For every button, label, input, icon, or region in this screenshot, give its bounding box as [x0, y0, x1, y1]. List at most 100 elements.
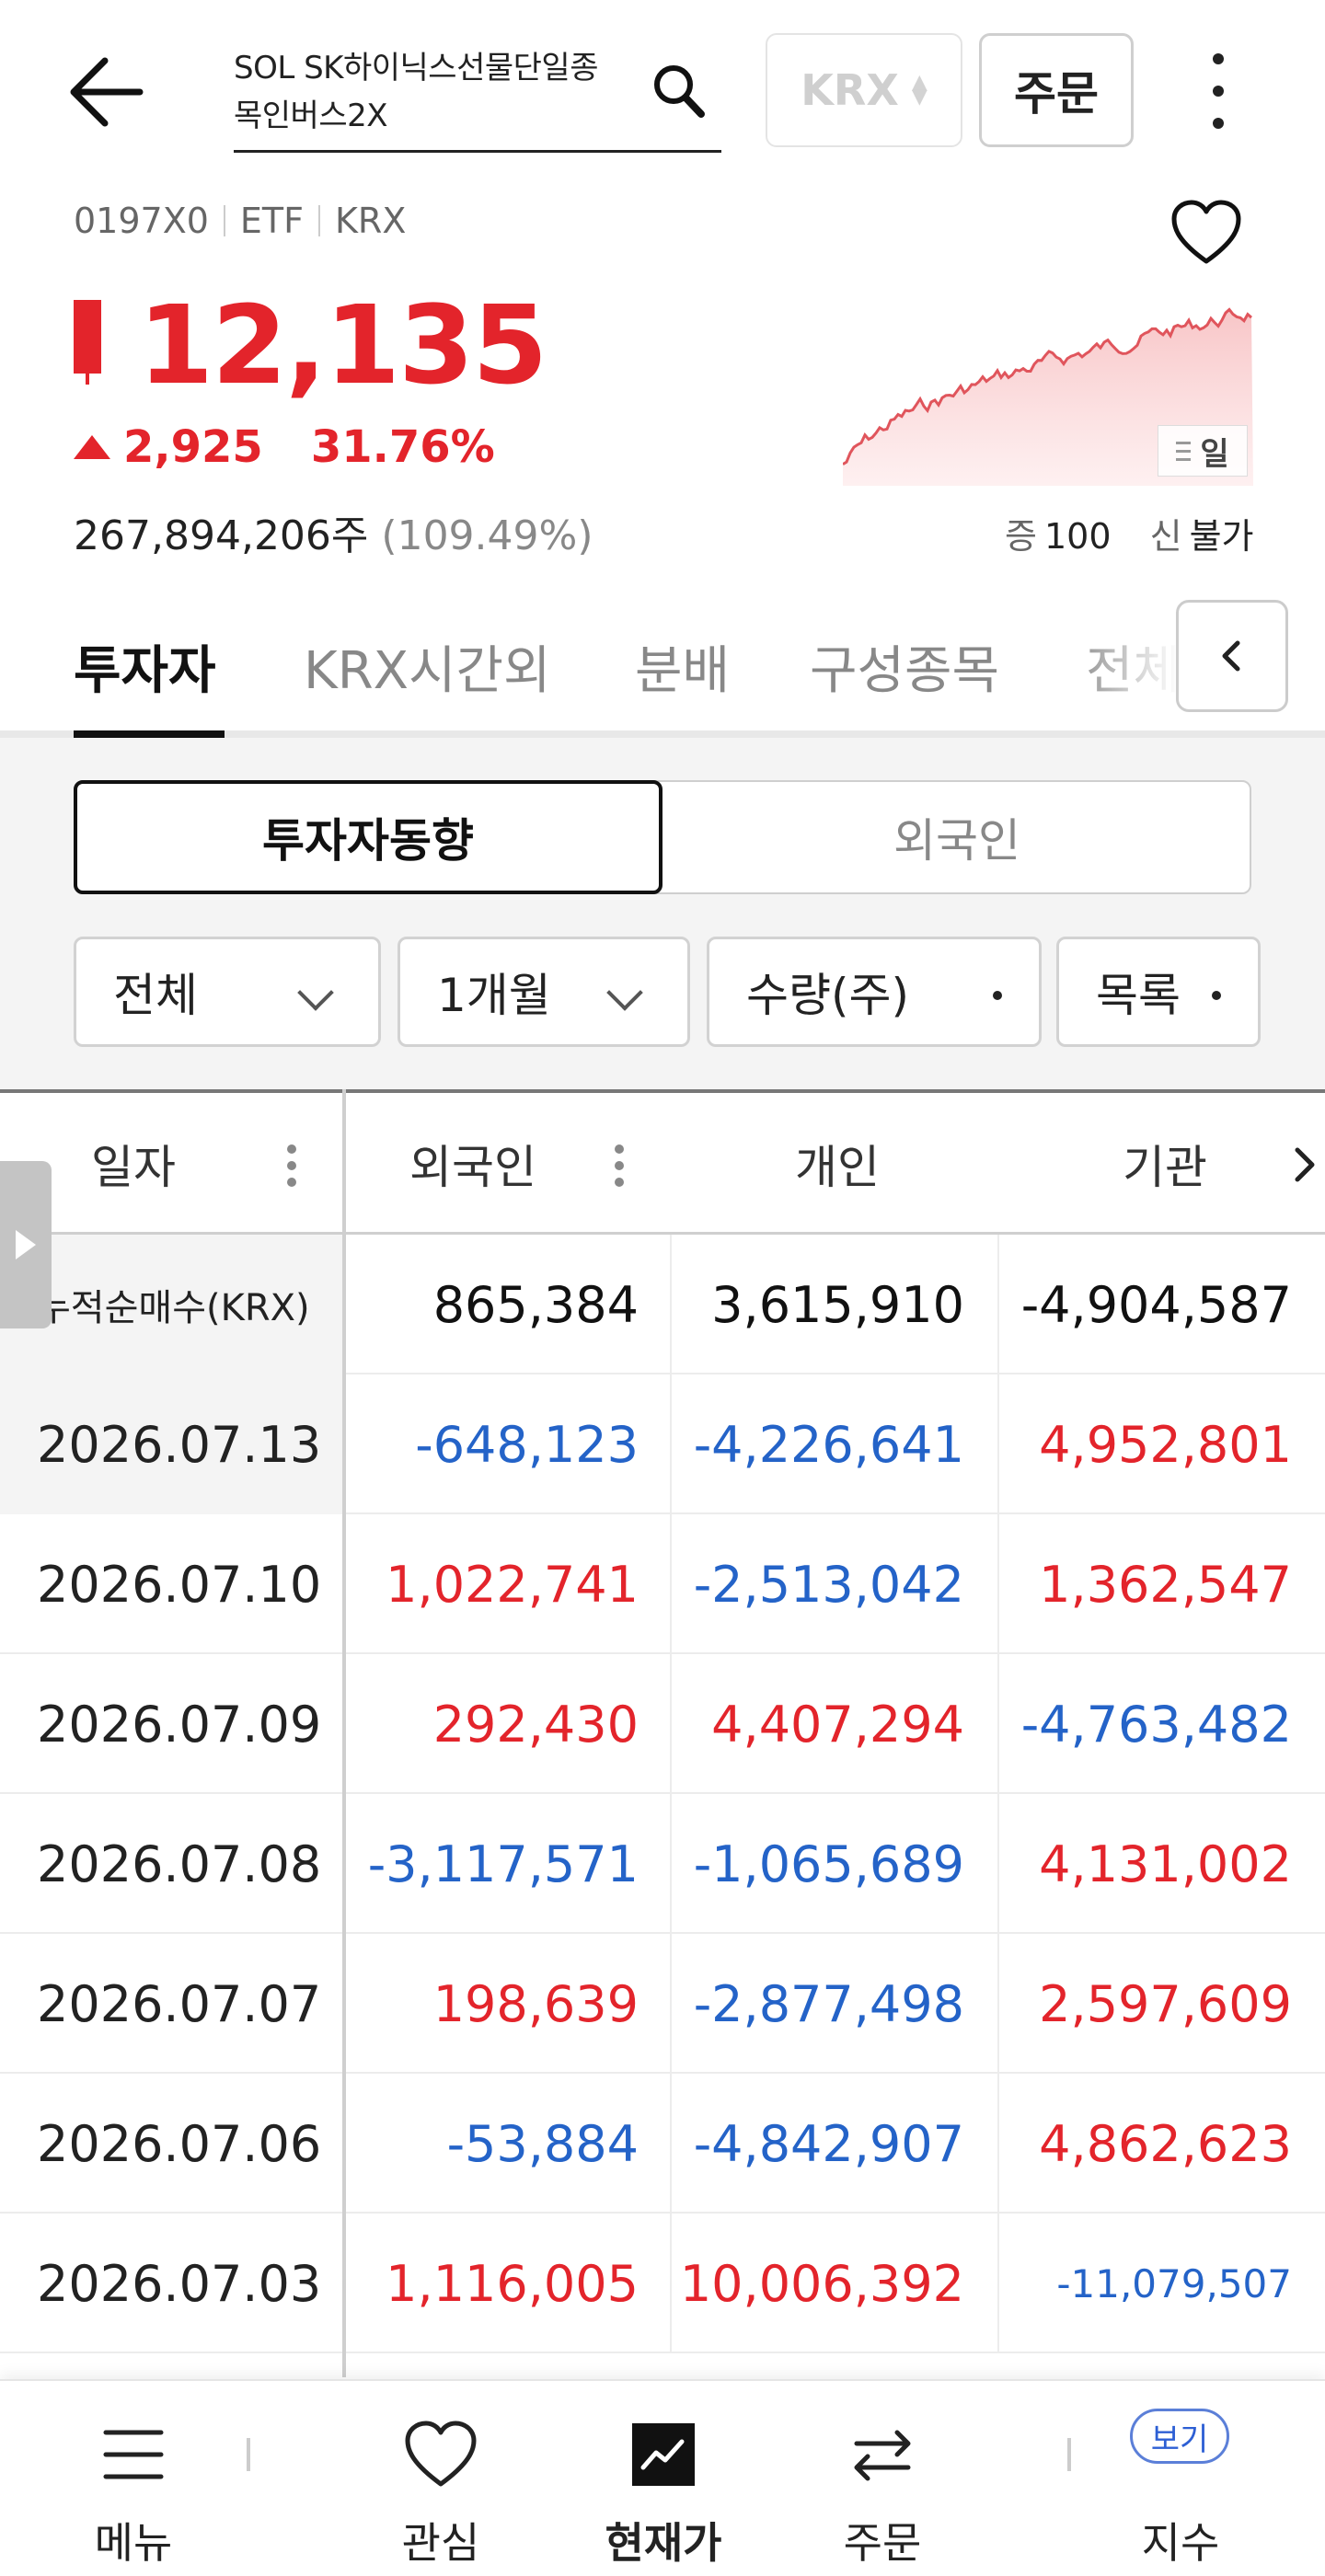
cell-date: 2026.07.06 — [37, 2114, 322, 2173]
cell-individual: 4,407,294 — [711, 1695, 964, 1754]
dot-icon — [1212, 991, 1221, 1000]
order-button[interactable]: 주문 — [979, 33, 1134, 147]
tab-investor[interactable]: 투자자 — [74, 629, 216, 704]
nav-menu[interactable]: 메뉴 — [55, 2381, 212, 2576]
cell-foreign: 1,022,741 — [386, 1555, 639, 1614]
cell-date: 2026.07.03 — [37, 2254, 322, 2313]
back-button[interactable] — [55, 46, 156, 138]
table-row[interactable]: 2026.07.03 1,116,005 10,006,392 -11,079,507 — [0, 2214, 1325, 2353]
active-tab-indicator — [74, 730, 225, 738]
tab-distribution[interactable]: 분배 — [635, 629, 730, 704]
segment-foreign[interactable]: 외국인 — [662, 780, 1251, 894]
table-row[interactable]: 2026.07.07 198,639 -2,877,498 2,597,609 — [0, 1934, 1325, 2074]
tab-components[interactable]: 구성종목 — [810, 629, 999, 704]
cell-foreign: -53,884 — [446, 2114, 639, 2173]
arrow-left-icon — [70, 57, 144, 127]
scope-dropdown[interactable]: 전체 — [74, 937, 381, 1047]
period-label: 일 — [1200, 435, 1229, 473]
cell-date: 2026.07.10 — [37, 1555, 322, 1614]
cell-date: 2026.07.08 — [37, 1834, 322, 1893]
cell-individual: 3,615,910 — [711, 1275, 964, 1334]
market-selector[interactable]: KRX ▲ ▼ — [766, 33, 962, 147]
unit-dropdown[interactable]: 수량(주) — [707, 937, 1042, 1047]
cell-foreign: -648,123 — [415, 1415, 639, 1474]
table-row[interactable]: 2026.07.10 1,022,741 -2,513,042 1,362,547 — [0, 1514, 1325, 1654]
search-value: SOL SK하이닉스선물단일종 목인버스2X — [234, 50, 599, 134]
period-value: 1개월 — [437, 969, 551, 1022]
cell-institution: -4,763,482 — [1020, 1695, 1292, 1754]
scope-value: 전체 — [113, 969, 198, 1022]
view-dropdown[interactable]: 목록 — [1056, 937, 1261, 1047]
trading-volume: 267,894,206주 (109.49%) — [74, 502, 593, 561]
view-badge[interactable]: 보기 — [1130, 2409, 1229, 2464]
header-foreign[interactable]: 외국인 — [346, 1093, 600, 1235]
table-row[interactable]: 2026.07.06 -53,884 -4,842,907 4,862,623 — [0, 2074, 1325, 2214]
chart-period-toggle[interactable]: 일 — [1158, 425, 1248, 477]
cell-institution: -4,904,587 — [1020, 1275, 1292, 1334]
side-panel-handle[interactable] — [0, 1161, 52, 1328]
header-institution[interactable]: 기관 — [999, 1093, 1325, 1235]
more-options-icon[interactable] — [1191, 53, 1246, 129]
cell-institution: 2,597,609 — [1039, 1974, 1292, 2033]
cell-institution: 1,362,547 — [1039, 1555, 1292, 1614]
cell-date: 2026.07.13 — [0, 1374, 342, 1514]
cell-date: 2026.07.07 — [37, 1974, 322, 2033]
market-label: KRX — [801, 65, 899, 115]
column-options-icon[interactable] — [615, 1144, 624, 1187]
chevron-left-icon — [1222, 640, 1240, 672]
volume-value: 267,894,206주 — [74, 512, 369, 559]
candle-marker-icon — [74, 300, 101, 385]
nav-current-price[interactable]: 현재가 — [585, 2381, 742, 2576]
change-rate: 31.76% — [310, 421, 495, 473]
change-amount: 2,925 — [123, 421, 263, 473]
stock-market: KRX — [335, 201, 407, 241]
credit-value: 불가 — [1189, 516, 1254, 557]
column-options-icon[interactable] — [287, 1144, 296, 1187]
table-row[interactable]: 2026.07.08 -3,117,571 -1,065,689 4,131,002 — [0, 1794, 1325, 1934]
play-triangle-icon — [16, 1230, 36, 1259]
table-row[interactable]: 2026.07.09 292,430 4,407,294 -4,763,482 — [0, 1654, 1325, 1794]
stock-code: 0197X0 — [74, 201, 209, 241]
cell-institution: -11,079,507 — [1056, 2260, 1292, 2306]
sort-arrows-icon: ▲ ▼ — [911, 71, 928, 109]
margin-info: 증 100 신 불가 — [1005, 508, 1253, 558]
margin-label: 증 — [1005, 516, 1037, 557]
chevron-down-icon — [606, 974, 643, 1011]
chevron-right-icon[interactable] — [1292, 1144, 1318, 1185]
nav-order[interactable]: 주문 — [804, 2381, 961, 2576]
margin-value: 100 — [1043, 516, 1112, 557]
up-triangle-icon — [74, 435, 110, 459]
heart-icon — [405, 2421, 477, 2487]
cell-foreign: 1,116,005 — [386, 2254, 639, 2313]
search-icon[interactable] — [646, 59, 712, 125]
chevron-down-icon — [297, 974, 334, 1011]
current-price: 12,135 — [138, 282, 547, 408]
bottom-navigation: 메뉴 관심 현재가 주문 지수 — [0, 2379, 1325, 2576]
cell-date: 2026.07.09 — [37, 1695, 322, 1754]
cell-individual: -2,877,498 — [693, 1974, 964, 2033]
chart-icon — [632, 2423, 695, 2486]
dot-icon — [993, 991, 1002, 1000]
view-value: 목록 — [1096, 969, 1181, 1022]
tab-scroll-button[interactable] — [1176, 600, 1288, 712]
cumulative-row[interactable]: 누적순매수(KRX) 865,384 3,615,910 -4,904,587 — [0, 1235, 1325, 1374]
header-individual[interactable]: 개인 — [672, 1093, 1003, 1235]
heart-icon[interactable] — [1169, 197, 1244, 269]
hamburger-icon — [103, 2430, 164, 2479]
nav-watchlist[interactable]: 관심 — [363, 2381, 519, 2576]
table-header: 일자 외국인 개인 기관 — [0, 1089, 1325, 1235]
price-change: 2,925 31.76% — [74, 421, 495, 473]
unit-value: 수량(주) — [746, 969, 910, 1022]
menu-lines-icon — [1176, 441, 1192, 461]
cell-foreign: 292,430 — [432, 1695, 639, 1754]
cell-institution: 4,862,623 — [1039, 2114, 1292, 2173]
stock-meta: 0197X0 ETF KRX — [74, 201, 406, 241]
cell-individual: -4,842,907 — [693, 2114, 964, 2173]
table-row[interactable]: 2026.07.13 -648,123 -4,226,641 4,952,801 — [0, 1374, 1325, 1514]
period-dropdown[interactable]: 1개월 — [398, 937, 690, 1047]
stock-search-field[interactable]: SOL SK하이닉스선물단일종 목인버스2X — [234, 37, 721, 153]
cell-individual: 10,006,392 — [679, 2254, 964, 2313]
tab-krx-after-hours[interactable]: KRX시간외 — [304, 629, 551, 704]
segment-investor-trend[interactable]: 투자자동향 — [74, 780, 662, 894]
cell-foreign: 865,384 — [432, 1275, 639, 1334]
